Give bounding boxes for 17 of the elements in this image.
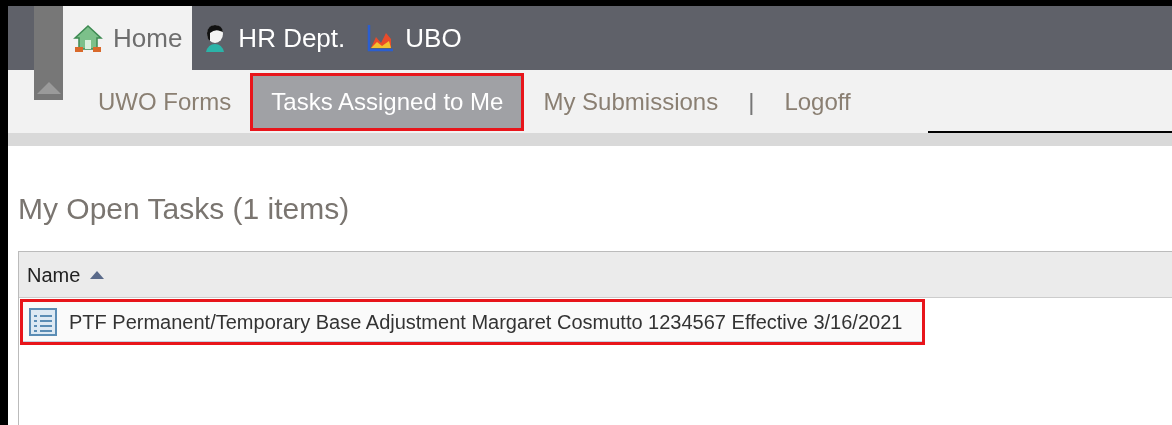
- column-header[interactable]: Name: [27, 259, 105, 290]
- chart-icon: [365, 23, 396, 53]
- nav-tab[interactable]: UBO: [355, 6, 472, 70]
- list-icon: [29, 307, 57, 336]
- sub-nav-link[interactable]: Tasks Assigned to Me: [253, 75, 522, 128]
- nav-tab[interactable]: Home: [63, 6, 193, 70]
- task-row[interactable]: PTF Permanent/Temporary Base Adjustment Margaret Cosmutto 1234567 Effective 3/16/2021: [23, 302, 923, 342]
- page-title: My Open Tasks (1 items): [18, 191, 351, 227]
- task-name: PTF Permanent/Temporary Base Adjustment Margaret Cosmutto 1234567 Effective 3/16/2021: [69, 309, 903, 335]
- up-triangle-icon: [36, 82, 61, 94]
- sub-nav-link[interactable]: Logoff: [766, 83, 869, 120]
- nav-tab[interactable]: HR Dept.: [192, 6, 356, 70]
- house-icon: [73, 23, 103, 53]
- sub-nav-link[interactable]: My Submissions: [525, 83, 737, 120]
- separator: |: [747, 86, 756, 117]
- sub-nav-link[interactable]: UWO Forms: [80, 83, 250, 120]
- collapse-handle[interactable]: [34, 6, 63, 100]
